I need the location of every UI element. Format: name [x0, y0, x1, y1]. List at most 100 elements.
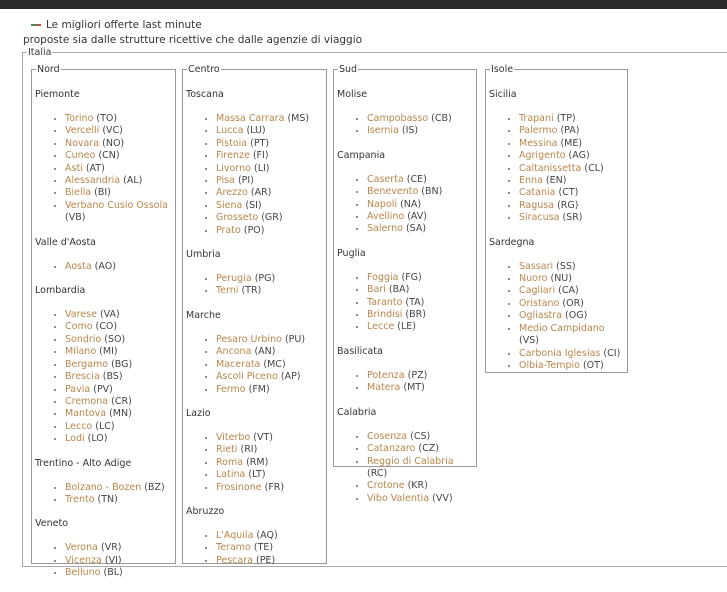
province-link[interactable]: Sondrio: [65, 334, 101, 345]
province-link[interactable]: Massa Carrara: [216, 113, 284, 124]
province-code: (AP): [280, 371, 301, 383]
province-link[interactable]: Lucca: [216, 125, 243, 136]
province-link[interactable]: Pesaro Urbino: [216, 334, 282, 345]
province-link[interactable]: Bolzano - Bozen: [65, 482, 141, 493]
province-link[interactable]: Matera: [367, 382, 400, 393]
province-link[interactable]: Terni: [216, 285, 238, 296]
province-link[interactable]: Pistoia: [216, 138, 247, 149]
province-link[interactable]: Caltanissetta: [519, 163, 581, 174]
province-link[interactable]: Vercelli: [65, 125, 99, 136]
province-link[interactable]: Varese: [65, 309, 97, 320]
province-link[interactable]: Livorno: [216, 163, 251, 174]
province-link[interactable]: Pisa: [216, 175, 235, 186]
province-link[interactable]: Siena: [216, 200, 242, 211]
province-item: Pisa (PI): [216, 175, 324, 187]
province-link[interactable]: Bergamo: [65, 359, 108, 370]
province-link[interactable]: Siracusa: [519, 212, 559, 223]
province-link[interactable]: Asti: [65, 163, 83, 174]
province-link[interactable]: Belluno: [65, 567, 101, 578]
province-link[interactable]: Avellino: [367, 211, 404, 222]
province-item: Trento (TN): [65, 494, 173, 506]
province-link[interactable]: Frosinone: [216, 482, 262, 493]
province-item: Grosseto (GR): [216, 212, 324, 224]
province-link[interactable]: Brindisi: [367, 309, 402, 320]
province-item: Varese (VA): [65, 309, 173, 321]
province-link[interactable]: Agrigento: [519, 150, 566, 161]
province-link[interactable]: Benevento: [367, 186, 418, 197]
province-link[interactable]: Macerata: [216, 359, 260, 370]
province-link[interactable]: Crotone: [367, 480, 405, 491]
province-link[interactable]: Caserta: [367, 174, 404, 185]
province-link[interactable]: Olbia-Tempio: [519, 360, 580, 371]
province-link[interactable]: Catania: [519, 187, 555, 198]
province-link[interactable]: Ragusa: [519, 200, 554, 211]
province-list: Perugia (PG)Terni (TR): [186, 273, 324, 298]
province-link[interactable]: Verona: [65, 542, 98, 553]
province-link[interactable]: Taranto: [367, 297, 402, 308]
province-code: (SA): [405, 223, 427, 235]
province-link[interactable]: Viterbo: [216, 432, 250, 443]
province-link[interactable]: Alessandria: [65, 175, 120, 186]
province-link[interactable]: Cosenza: [367, 431, 407, 442]
province-item: Matera (MT): [367, 382, 474, 394]
province-link[interactable]: Potenza: [367, 370, 405, 381]
province-item: Reggio di Calabria (RC): [367, 456, 474, 481]
province-link[interactable]: Perugia: [216, 273, 252, 284]
province-link[interactable]: Cuneo: [65, 150, 95, 161]
province-link[interactable]: Salerno: [367, 223, 403, 234]
province-code: (AQ): [256, 529, 278, 541]
province-link[interactable]: Pescara: [216, 555, 253, 566]
province-link[interactable]: Firenze: [216, 150, 250, 161]
province-link[interactable]: Vicenza: [65, 555, 102, 566]
province-link[interactable]: Trento: [65, 494, 95, 505]
province-link[interactable]: Foggia: [367, 272, 398, 283]
province-item: Roma (RM): [216, 457, 324, 469]
province-code: (MN): [109, 408, 132, 420]
province-link[interactable]: Novara: [65, 138, 99, 149]
province-link[interactable]: Trapani: [519, 113, 554, 124]
province-link[interactable]: Torino: [65, 113, 93, 124]
province-link[interactable]: Ancona: [216, 346, 251, 357]
province-link[interactable]: Grosseto: [216, 212, 258, 223]
province-link[interactable]: Pavia: [65, 384, 90, 395]
province-link[interactable]: Messina: [519, 138, 557, 149]
province-link[interactable]: Medio Campidano: [519, 323, 605, 334]
province-link[interactable]: Brescia: [65, 371, 100, 382]
province-link[interactable]: Fermo: [216, 384, 246, 395]
province-link[interactable]: Teramo: [216, 542, 251, 553]
province-link[interactable]: Mantova: [65, 408, 106, 419]
province-link[interactable]: Isernia: [367, 125, 399, 136]
province-link[interactable]: Latina: [216, 469, 245, 480]
province-link[interactable]: Reggio di Calabria: [367, 456, 454, 467]
province-link[interactable]: Arezzo: [216, 187, 248, 198]
province-link[interactable]: Ogliastra: [519, 310, 562, 321]
province-item: Frosinone (FR): [216, 482, 324, 494]
province-link[interactable]: Nuoro: [519, 273, 547, 284]
province-link[interactable]: Ascoli Piceno: [216, 371, 278, 382]
province-link[interactable]: Lodi: [65, 433, 85, 444]
province-link[interactable]: Sassari: [519, 261, 553, 272]
province-link[interactable]: Carbonia Iglesias: [519, 348, 600, 359]
province-link[interactable]: Napoli: [367, 199, 397, 210]
province-link[interactable]: Bari: [367, 284, 386, 295]
province-link[interactable]: Catanzaro: [367, 443, 415, 454]
province-link[interactable]: Lecco: [65, 421, 92, 432]
province-link[interactable]: Oristano: [519, 298, 559, 309]
province-link[interactable]: Biella: [65, 187, 91, 198]
province-link[interactable]: Vibo Valentia: [367, 493, 429, 504]
province-link[interactable]: Prato: [216, 225, 241, 236]
province-link[interactable]: Lecce: [367, 321, 394, 332]
province-link[interactable]: Cremona: [65, 396, 108, 407]
province-link[interactable]: Milano: [65, 346, 96, 357]
province-link[interactable]: Aosta: [65, 261, 92, 272]
province-link[interactable]: Verbano Cusio Ossola: [65, 200, 168, 211]
province-link[interactable]: Rieti: [216, 444, 237, 455]
province-link[interactable]: Palermo: [519, 125, 557, 136]
province-link[interactable]: Campobasso: [367, 113, 428, 124]
province-link[interactable]: L'Aquila: [216, 530, 253, 541]
province-link[interactable]: Cagliari: [519, 285, 555, 296]
province-link[interactable]: Como: [65, 321, 93, 332]
province-link[interactable]: Roma: [216, 457, 243, 468]
province-code: (LC): [95, 420, 115, 432]
province-link[interactable]: Enna: [519, 175, 543, 186]
